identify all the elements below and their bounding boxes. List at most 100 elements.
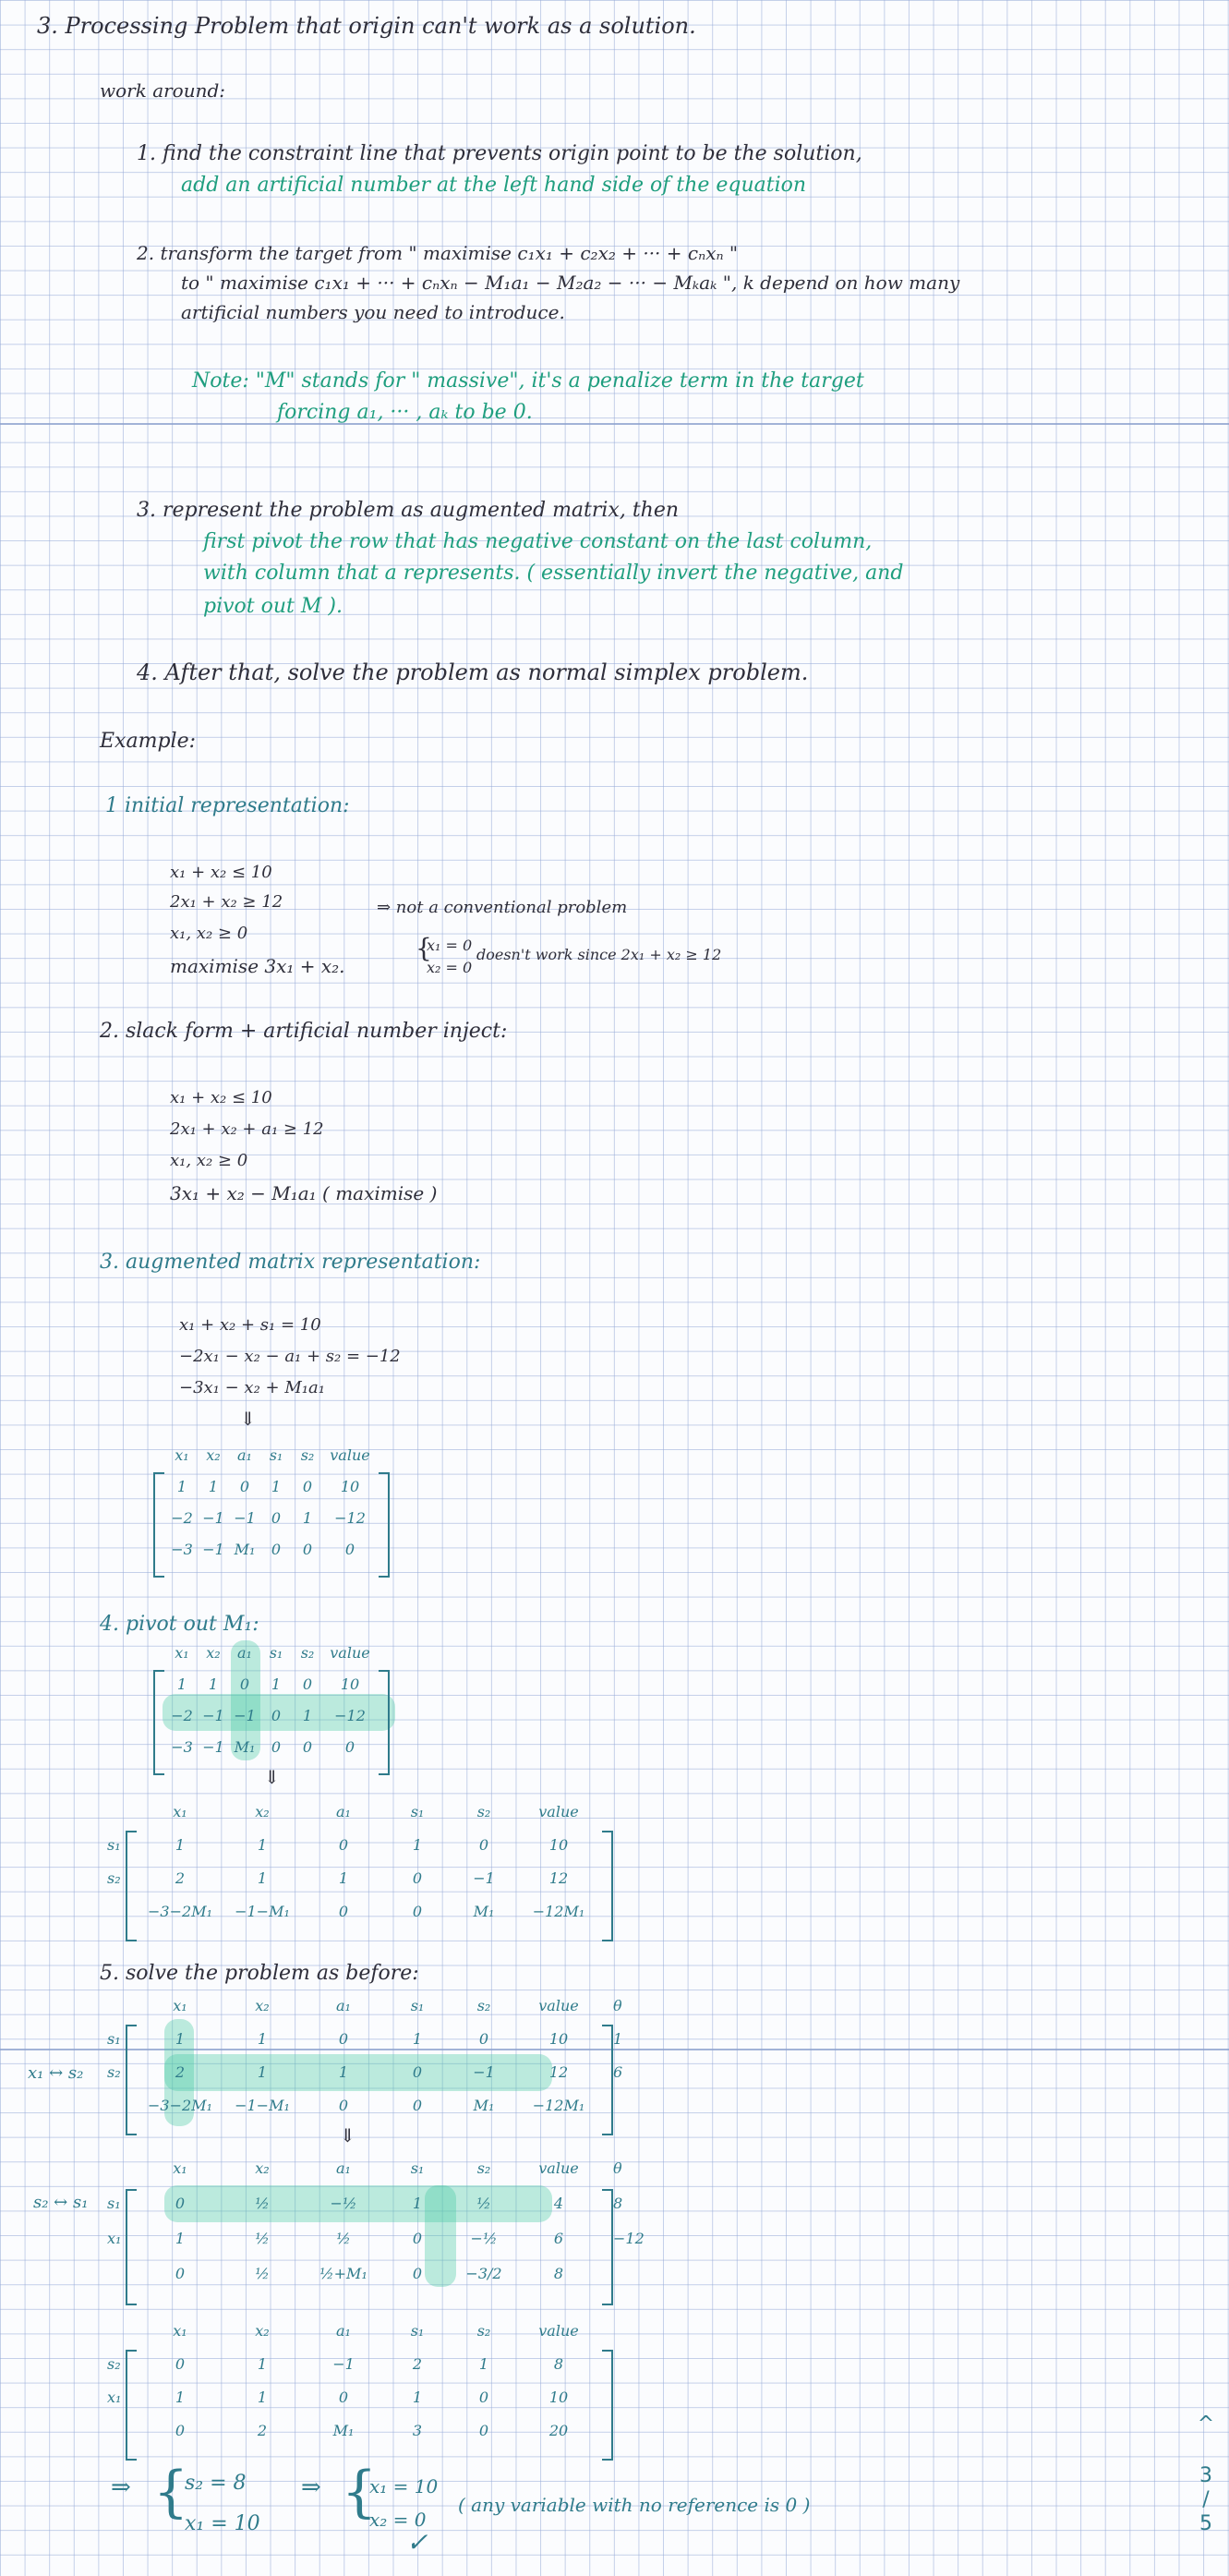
- basis-label: s₁: [107, 2030, 121, 2048]
- matrix-cell: 1: [175, 2030, 186, 2048]
- matrix-cell: 12: [548, 1869, 569, 1887]
- basis-label: s₂: [107, 1869, 121, 1887]
- matrix-cell: 1: [175, 1836, 186, 1854]
- matrix-header-cell: a₁: [336, 1997, 351, 2014]
- matrix-cell: M₁: [332, 2422, 355, 2439]
- step-1-line-1: 1. find the constraint line that prevent…: [137, 142, 862, 165]
- matrix-cell: 10: [340, 1675, 360, 1693]
- matrix-cell: 0: [239, 1478, 250, 1495]
- matrix-row: −3 −1 M₁ 0 0 0: [166, 1541, 377, 1558]
- matrix-cell: 0: [338, 1903, 349, 1920]
- matrix-row: 1 1 0 1 0 10: [139, 2389, 600, 2406]
- page-up-icon[interactable]: ^: [1191, 2413, 1221, 2436]
- page-total: 5: [1199, 2512, 1212, 2535]
- matrix-cell: 1: [257, 2063, 268, 2081]
- page-divider: /: [1202, 2488, 1210, 2511]
- matrix-right-bracket: [602, 2189, 613, 2305]
- matrix-cell: 0: [271, 1738, 282, 1756]
- matrix-left-bracket: [126, 1831, 137, 1941]
- matrix-header-row: x₁ x₂ a₁ s₁ s₂ value: [139, 2159, 600, 2177]
- matrix-cell: 3: [412, 2422, 423, 2439]
- matrix-row: 2 1 1 0 −1 12: [139, 2063, 600, 2081]
- matrix-cell: 4: [553, 2195, 564, 2212]
- matrix-header-row: x₁ x₂ a₁ s₁ s₂ value: [166, 1446, 377, 1464]
- matrix-row: 0 ½ −½ 1 ½ 4: [139, 2195, 600, 2212]
- example-4-title: 4. pivot out M₁:: [100, 1613, 259, 1636]
- matrix-cell: 1: [338, 1869, 349, 1887]
- matrix-header-cell: x₁: [173, 2322, 187, 2340]
- matrix-cell: 0: [412, 2230, 423, 2247]
- matrix-cell: ½: [476, 2195, 491, 2212]
- step-3-line-4: pivot out M ).: [203, 595, 343, 618]
- matrix-cell: 2: [175, 1869, 186, 1887]
- matrix-header-cell: x₂: [255, 1803, 270, 1820]
- matrix-left-bracket: [126, 2350, 137, 2461]
- matrix-cell: 0: [412, 1869, 423, 1887]
- matrix-cell: 0: [338, 2389, 349, 2406]
- matrix-header-cell: s₂: [476, 1997, 491, 2014]
- matrix-cell: −1: [202, 1541, 224, 1558]
- matrix-row: 0 ½ ½+M₁ 0 −3/2 8: [139, 2265, 600, 2282]
- matrix-row: −2 −1 −1 0 1 −12: [166, 1509, 377, 1527]
- note-line-2: forcing a₁, ··· , aₖ to be 0.: [277, 401, 533, 424]
- matrix-cell: 1: [302, 1509, 313, 1527]
- matrix-cell: 1: [412, 2389, 423, 2406]
- ex1-constraint-3: x₁, x₂ ≥ 0: [170, 924, 248, 943]
- matrix-cell: 0: [175, 2195, 186, 2212]
- theta-value: 1: [613, 2030, 623, 2048]
- matrix-header-cell: s₂: [300, 1446, 315, 1464]
- matrix-cell: 1: [175, 2230, 186, 2247]
- matrix-row: 2 1 1 0 −1 12: [139, 1869, 600, 1887]
- matrix-cell: 1: [257, 1869, 268, 1887]
- result-note: ( any variable with no reference is 0 ): [458, 2494, 811, 2516]
- matrix-row: 0 2 M₁ 3 0 20: [139, 2422, 600, 2439]
- matrix-left-bracket: [153, 1670, 164, 1775]
- matrix-cell: ½+M₁: [319, 2265, 367, 2282]
- matrix-header-cell: x₁: [175, 1446, 189, 1464]
- matrix-cell: 1: [208, 1478, 219, 1495]
- note-line-1: Note: "M" stands for " massive", it's a …: [192, 369, 864, 393]
- matrix-header-cell: a₁: [336, 1803, 351, 1820]
- theta-header: θ: [613, 1997, 622, 2014]
- ex3-equation-1: x₁ + x₂ + s₁ = 10: [179, 1315, 321, 1335]
- matrix-cell: 0: [338, 2097, 349, 2114]
- matrix-cell: 1: [257, 2355, 268, 2373]
- matrix-cell: −3: [171, 1738, 193, 1756]
- theta-value: 8: [613, 2195, 623, 2212]
- matrix-cell: 1: [412, 1836, 423, 1854]
- matrix-cell: −1: [202, 1738, 224, 1756]
- example-1-title: 1 initial representation:: [105, 794, 350, 817]
- matrix-cell: 0: [175, 2422, 186, 2439]
- matrix-header-cell: value: [538, 2159, 579, 2177]
- matrix-cell: 1: [302, 1707, 313, 1724]
- matrix-cell: M₁: [473, 1903, 495, 1920]
- ex2-objective: 3x₁ + x₂ − M₁a₁ ( maximise ): [170, 1182, 438, 1204]
- matrix-header-cell: value: [330, 1644, 370, 1662]
- matrix-cell: 0: [412, 2265, 423, 2282]
- matrix-cell: 0: [478, 2389, 489, 2406]
- matrix-header-cell: a₁: [336, 2322, 351, 2340]
- matrix-cell: 0: [302, 1541, 313, 1558]
- matrix-right-bracket: [379, 1670, 390, 1775]
- matrix-cell: 0: [338, 1836, 349, 1854]
- matrix-row: −2 −1 −1 0 1 −12: [166, 1707, 377, 1724]
- down-arrow-icon: ⇓: [264, 1766, 280, 1788]
- matrix-cell: 1: [338, 2063, 349, 2081]
- matrix-header-cell: x₂: [255, 1997, 270, 2014]
- matrix-cell: ½: [255, 2265, 270, 2282]
- matrix-cell: 8: [553, 2355, 564, 2373]
- ex2-constraint-1: x₁ + x₂ ≤ 10: [170, 1088, 272, 1107]
- matrix-header-cell: x₂: [206, 1644, 221, 1662]
- matrix-cell: −1: [202, 1509, 224, 1527]
- ex1-arrow-note: ⇒ not a conventional problem: [377, 898, 628, 917]
- swap-label: s₂ ↔ s₁: [33, 2193, 89, 2212]
- matrix-header-cell: s₁: [269, 1446, 283, 1464]
- matrix-cell: M₁: [234, 1541, 256, 1558]
- step-3-line-1: 3. represent the problem as augmented ma…: [137, 499, 680, 522]
- matrix-cell: 1: [257, 1836, 268, 1854]
- step-1-line-2: add an artificial number at the left han…: [181, 174, 807, 197]
- matrix-header-cell: value: [330, 1446, 370, 1464]
- matrix-cell: 1: [271, 1675, 282, 1693]
- matrix-row: 1 1 0 1 0 10: [166, 1478, 377, 1495]
- matrix-header-row: x₁ x₂ a₁ s₁ s₂ value: [139, 2322, 600, 2340]
